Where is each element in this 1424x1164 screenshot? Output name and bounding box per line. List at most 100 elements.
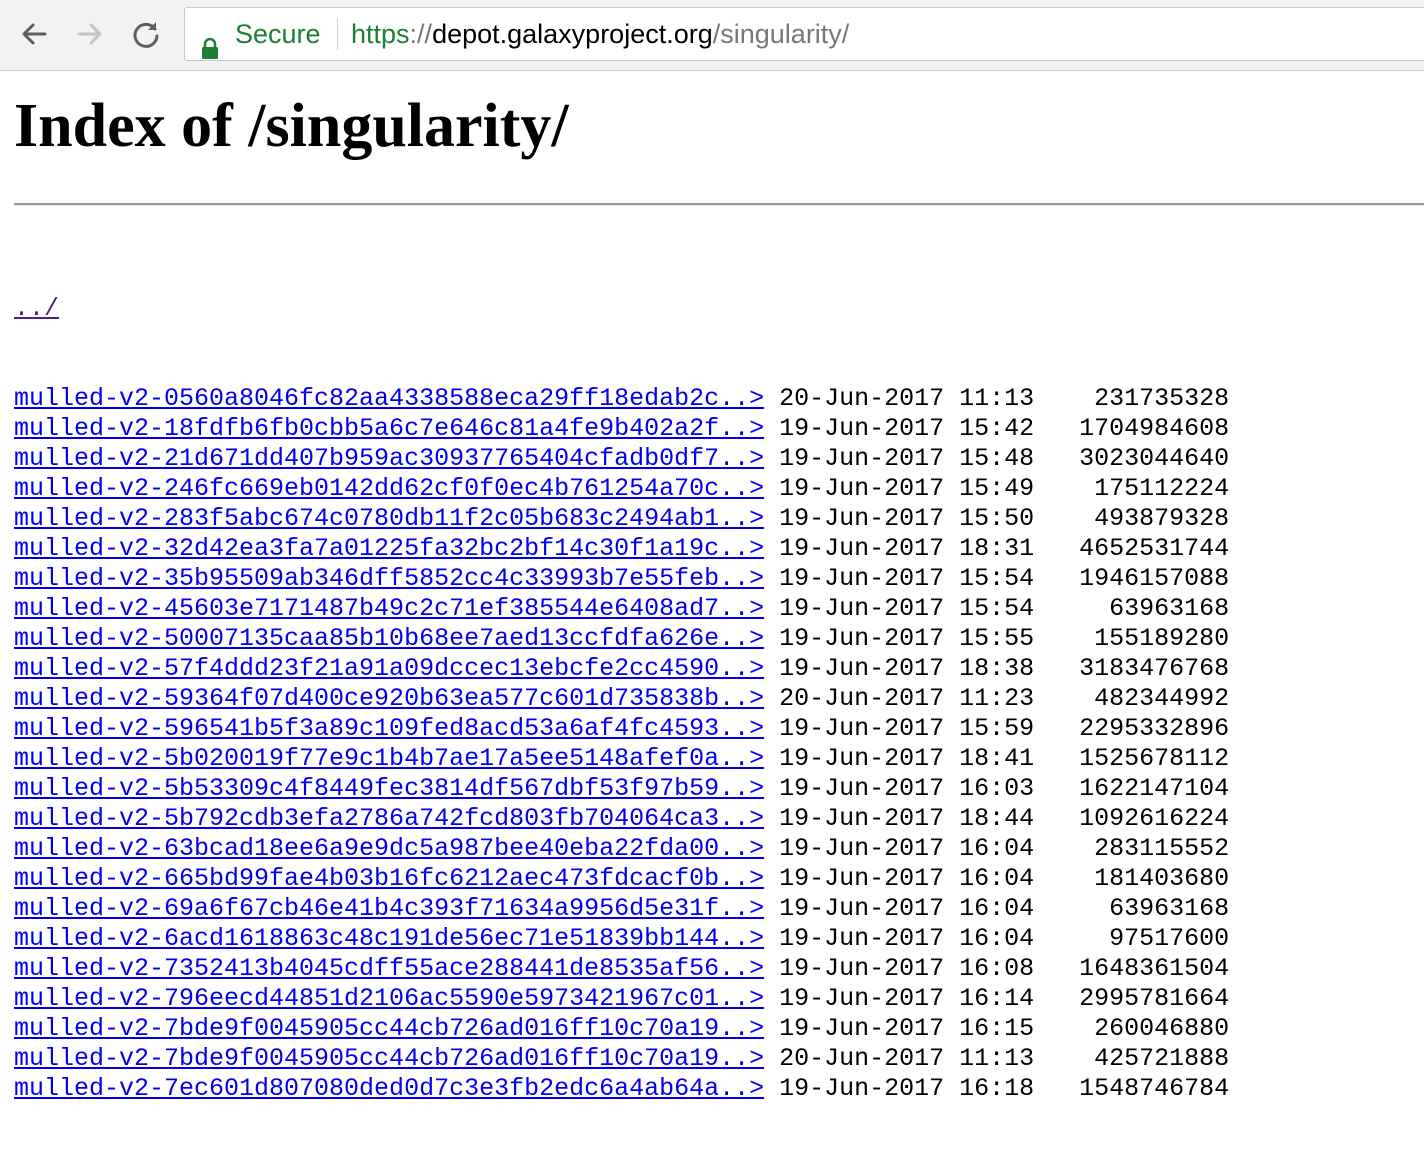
file-size: 425721888: [1094, 1044, 1230, 1073]
list-item: mulled-v2-596541b5f3a89c109fed8acd53a6af…: [14, 714, 1229, 744]
file-size: 1622147104: [1079, 774, 1230, 803]
file-size: 231735328: [1094, 384, 1230, 413]
file-date: 19-Jun-2017 16:08: [779, 954, 1035, 983]
list-item: mulled-v2-7ec601d807080ded0d7c3e3fb2edc6…: [14, 1074, 1229, 1104]
file-date: 19-Jun-2017 16:18: [779, 1074, 1035, 1103]
file-size: 1548746784: [1079, 1074, 1230, 1103]
file-link[interactable]: mulled-v2-69a6f67cb46e41b4c393f71634a995…: [14, 894, 764, 923]
file-link[interactable]: mulled-v2-18fdfb6fb0cbb5a6c7e646c81a4fe9…: [14, 414, 764, 443]
list-item: mulled-v2-69a6f67cb46e41b4c393f71634a995…: [14, 894, 1229, 924]
file-date: 19-Jun-2017 16:04: [779, 924, 1035, 953]
file-date: 19-Jun-2017 15:54: [779, 594, 1035, 623]
file-size: 1648361504: [1079, 954, 1230, 983]
page-title: Index of /singularity/: [14, 92, 569, 160]
file-date: 19-Jun-2017 18:38: [779, 654, 1035, 683]
file-link[interactable]: mulled-v2-32d42ea3fa7a01225fa32bc2bf14c3…: [14, 534, 764, 563]
file-size: 3023044640: [1079, 444, 1230, 473]
file-link[interactable]: mulled-v2-7bde9f0045905cc44cb726ad016ff1…: [14, 1044, 764, 1073]
file-date: 19-Jun-2017 18:31: [779, 534, 1035, 563]
list-item: mulled-v2-796eecd44851d2106ac5590e597342…: [14, 984, 1229, 1014]
file-link[interactable]: mulled-v2-57f4ddd23f21a91a09dccec13ebcfe…: [14, 654, 764, 683]
file-link[interactable]: mulled-v2-596541b5f3a89c109fed8acd53a6af…: [14, 714, 764, 743]
list-item: mulled-v2-5b53309c4f8449fec3814df567dbf5…: [14, 774, 1229, 804]
file-date: 19-Jun-2017 16:14: [779, 984, 1035, 1013]
file-size: 1525678112: [1079, 744, 1230, 773]
list-item: mulled-v2-665bd99fae4b03b16fc6212aec473f…: [14, 864, 1229, 894]
url-path: /singularity/: [712, 19, 850, 49]
file-date: 19-Jun-2017 16:04: [779, 894, 1035, 923]
file-date: 19-Jun-2017 15:54: [779, 564, 1035, 593]
file-link[interactable]: mulled-v2-59364f07d400ce920b63ea577c601d…: [14, 684, 764, 713]
file-date: 19-Jun-2017 15:50: [779, 504, 1035, 533]
parent-directory-link[interactable]: ../: [14, 294, 59, 323]
url-separator: ://: [409, 19, 433, 49]
directory-listing: ../ mulled-v2-0560a8046fc82aa4338588eca2…: [14, 234, 1229, 1164]
list-item: mulled-v2-6acd1618863c48c191de56ec71e518…: [14, 924, 1229, 954]
list-item: mulled-v2-7bde9f0045905cc44cb726ad016ff1…: [14, 1044, 1229, 1074]
file-link[interactable]: mulled-v2-7bde9f0045905cc44cb726ad016ff1…: [14, 1014, 764, 1043]
file-date: 19-Jun-2017 16:15: [779, 1014, 1035, 1043]
file-link[interactable]: mulled-v2-21d671dd407b959ac30937765404cf…: [14, 444, 764, 473]
file-link[interactable]: mulled-v2-0560a8046fc82aa4338588eca29ff1…: [14, 384, 764, 413]
file-link[interactable]: mulled-v2-7ec601d807080ded0d7c3e3fb2edc6…: [14, 1074, 764, 1103]
file-date: 19-Jun-2017 18:41: [779, 744, 1035, 773]
file-link[interactable]: mulled-v2-7352413b4045cdff55ace288441de8…: [14, 954, 764, 983]
parent-row: ../: [14, 294, 1229, 324]
back-arrow-icon: [19, 19, 49, 49]
secure-label[interactable]: Secure: [235, 8, 321, 60]
file-size: 493879328: [1094, 504, 1230, 533]
file-size: 1704984608: [1079, 414, 1230, 443]
address-bar[interactable]: Secure https://depot.galaxyproject.org/s…: [184, 7, 1424, 61]
file-link[interactable]: mulled-v2-63bcad18ee6a9e9dc5a987bee40eba…: [14, 834, 764, 863]
list-item: mulled-v2-63bcad18ee6a9e9dc5a987bee40eba…: [14, 834, 1229, 864]
horizontal-rule: [14, 203, 1424, 206]
reload-button[interactable]: [126, 14, 166, 54]
file-link[interactable]: mulled-v2-5b020019f77e9c1b4b7ae17a5ee514…: [14, 744, 764, 773]
list-item: mulled-v2-0560a8046fc82aa4338588eca29ff1…: [14, 384, 1229, 414]
file-size: 97517600: [1109, 924, 1230, 953]
list-item: mulled-v2-7bde9f0045905cc44cb726ad016ff1…: [14, 1014, 1229, 1044]
file-date: 19-Jun-2017 16:04: [779, 834, 1035, 863]
entries-list: mulled-v2-0560a8046fc82aa4338588eca29ff1…: [14, 384, 1229, 1104]
file-size: 2295332896: [1079, 714, 1230, 743]
file-link[interactable]: mulled-v2-35b95509ab346dff5852cc4c33993b…: [14, 564, 764, 593]
file-date: 19-Jun-2017 15:48: [779, 444, 1035, 473]
file-date: 20-Jun-2017 11:13: [779, 1044, 1035, 1073]
forward-button[interactable]: [70, 14, 110, 54]
lock-icon[interactable]: [201, 24, 219, 60]
list-item: mulled-v2-5b020019f77e9c1b4b7ae17a5ee514…: [14, 744, 1229, 774]
list-item: mulled-v2-21d671dd407b959ac30937765404cf…: [14, 444, 1229, 474]
list-item: mulled-v2-50007135caa85b10b68ee7aed13ccf…: [14, 624, 1229, 654]
file-date: 20-Jun-2017 11:13: [779, 384, 1035, 413]
url-text[interactable]: https://depot.galaxyproject.org/singular…: [351, 8, 850, 60]
file-size: 1092616224: [1079, 804, 1230, 833]
list-item: mulled-v2-5b792cdb3efa2786a742fcd803fb70…: [14, 804, 1229, 834]
file-size: 181403680: [1094, 864, 1230, 893]
file-size: 4652531744: [1079, 534, 1230, 563]
url-host: depot.galaxyproject.org: [432, 19, 713, 49]
file-link[interactable]: mulled-v2-283f5abc674c0780db11f2c05b683c…: [14, 504, 764, 533]
file-date: 19-Jun-2017 16:04: [779, 864, 1035, 893]
file-date: 19-Jun-2017 16:03: [779, 774, 1035, 803]
file-size: 63963168: [1109, 894, 1230, 923]
file-date: 19-Jun-2017 15:59: [779, 714, 1035, 743]
file-link[interactable]: mulled-v2-665bd99fae4b03b16fc6212aec473f…: [14, 864, 764, 893]
omnibox-divider: [337, 18, 338, 50]
file-size: 175112224: [1094, 474, 1230, 503]
file-size: 283115552: [1094, 834, 1230, 863]
file-link[interactable]: mulled-v2-45603e7171487b49c2c71ef385544e…: [14, 594, 764, 623]
file-link[interactable]: mulled-v2-5b53309c4f8449fec3814df567dbf5…: [14, 774, 764, 803]
file-link[interactable]: mulled-v2-5b792cdb3efa2786a742fcd803fb70…: [14, 804, 764, 833]
file-link[interactable]: mulled-v2-796eecd44851d2106ac5590e597342…: [14, 984, 764, 1013]
list-item: mulled-v2-45603e7171487b49c2c71ef385544e…: [14, 594, 1229, 624]
list-item: mulled-v2-283f5abc674c0780db11f2c05b683c…: [14, 504, 1229, 534]
back-button[interactable]: [14, 14, 54, 54]
list-item: mulled-v2-59364f07d400ce920b63ea577c601d…: [14, 684, 1229, 714]
file-size: 482344992: [1094, 684, 1230, 713]
reload-icon: [131, 19, 161, 49]
file-link[interactable]: mulled-v2-50007135caa85b10b68ee7aed13ccf…: [14, 624, 764, 653]
list-item: mulled-v2-57f4ddd23f21a91a09dccec13ebcfe…: [14, 654, 1229, 684]
file-link[interactable]: mulled-v2-246fc669eb0142dd62cf0f0ec4b761…: [14, 474, 764, 503]
file-link[interactable]: mulled-v2-6acd1618863c48c191de56ec71e518…: [14, 924, 764, 953]
list-item: mulled-v2-35b95509ab346dff5852cc4c33993b…: [14, 564, 1229, 594]
